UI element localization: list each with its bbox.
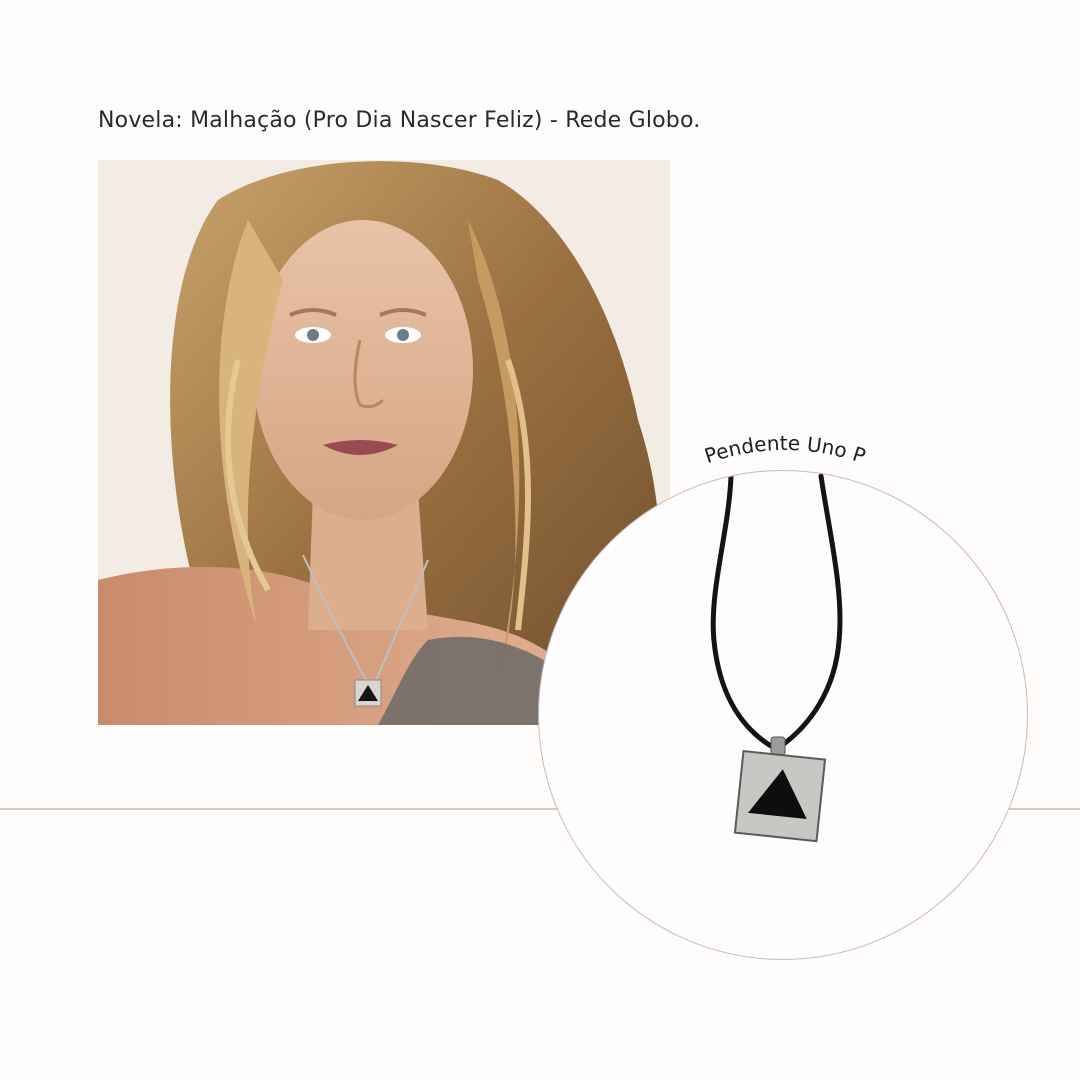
- product-label-text: Pendente Uno P: [701, 431, 868, 468]
- product-circle: [538, 470, 1028, 960]
- caption-text: Novela: Malhação (Pro Dia Nascer Feliz) …: [98, 108, 701, 133]
- pendant-necklace-icon: [710, 473, 843, 843]
- product-label: Pendente Uno P: [690, 430, 880, 480]
